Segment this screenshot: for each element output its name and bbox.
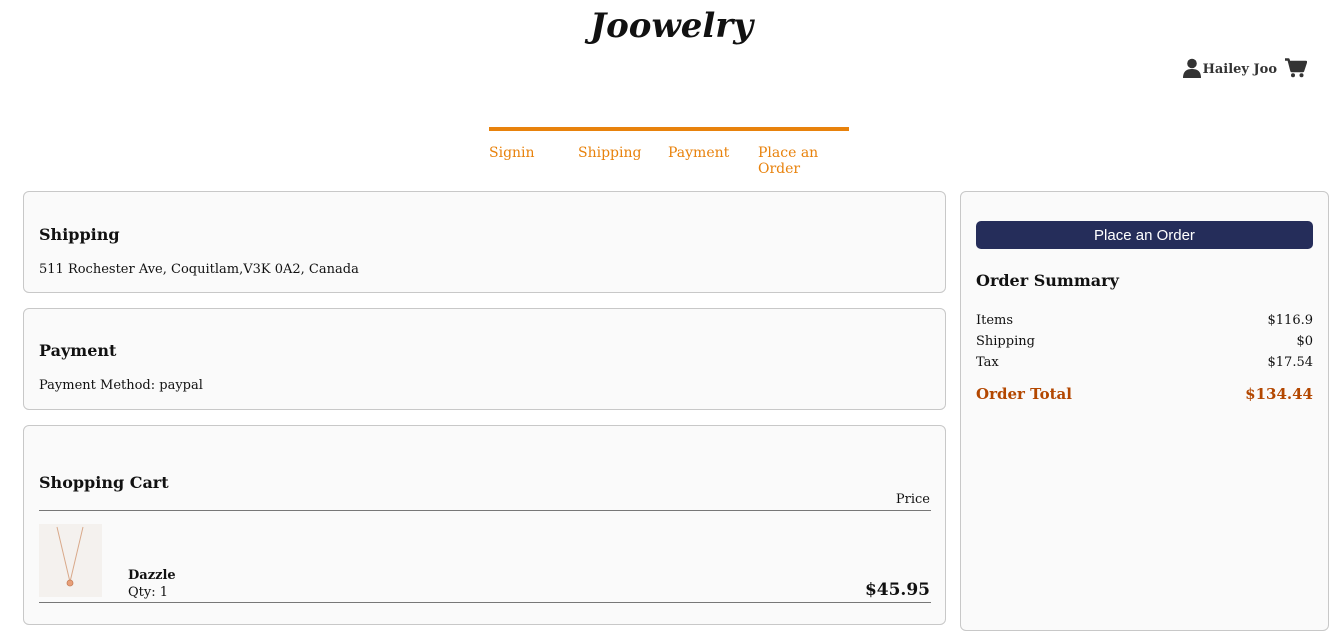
step-shipping[interactable]: Shipping [578, 145, 641, 161]
shipping-address: 511 Rochester Ave, Coquitlam,V3K 0A2, Ca… [39, 262, 359, 277]
product-price: $45.95 [864, 580, 930, 600]
cart-row-divider [39, 602, 931, 603]
summary-shipping-label: Shipping [976, 334, 1035, 349]
step-place-order[interactable]: Place an Order [758, 145, 849, 177]
user-menu[interactable]: Hailey Joo [1182, 58, 1277, 78]
shipping-title: Shipping [39, 225, 120, 244]
summary-tax-value: $17.54 [1267, 355, 1314, 370]
summary-total-label: Order Total [976, 385, 1072, 403]
order-summary-card: Place an Order Order Summary Items $116.… [960, 191, 1329, 631]
payment-title: Payment [39, 341, 117, 360]
site-header: Joowelry Hailey Joo [0, 0, 1343, 110]
checkout-steps: Signin Shipping Payment Place an Order [489, 127, 849, 177]
summary-tax-row: Tax $17.54 [976, 355, 1313, 370]
order-summary-title: Order Summary [976, 271, 1119, 290]
cart-card: Shopping Cart Price Dazzle Qty: 1 $45.95 [23, 425, 946, 625]
summary-items-label: Items [976, 313, 1014, 328]
product-name[interactable]: Dazzle [128, 568, 176, 583]
cart-icon[interactable] [1285, 58, 1307, 78]
cart-title: Shopping Cart [39, 473, 169, 492]
product-image[interactable] [39, 524, 102, 597]
payment-card: Payment Payment Method: paypal [23, 308, 946, 410]
step-signin[interactable]: Signin [489, 145, 535, 161]
product-qty: Qty: 1 [128, 585, 169, 600]
summary-total-value: $134.44 [1245, 385, 1313, 403]
summary-tax-label: Tax [976, 355, 999, 370]
step-payment[interactable]: Payment [668, 145, 729, 161]
user-icon [1182, 58, 1201, 78]
cart-divider [39, 510, 931, 511]
price-header: Price [895, 492, 930, 507]
payment-method: Payment Method: paypal [39, 378, 203, 393]
summary-total-row: Order Total $134.44 [976, 385, 1313, 403]
summary-shipping-value: $0 [1296, 334, 1313, 349]
user-name: Hailey Joo [1202, 62, 1277, 77]
summary-shipping-row: Shipping $0 [976, 334, 1313, 349]
summary-items-row: Items $116.9 [976, 313, 1313, 328]
place-order-button[interactable]: Place an Order [976, 221, 1313, 249]
shipping-card: Shipping 511 Rochester Ave, Coquitlam,V3… [23, 191, 946, 293]
brand-logo[interactable]: Joowelry [0, 6, 1343, 46]
summary-items-value: $116.9 [1267, 313, 1314, 328]
user-area: Hailey Joo [1182, 58, 1307, 78]
